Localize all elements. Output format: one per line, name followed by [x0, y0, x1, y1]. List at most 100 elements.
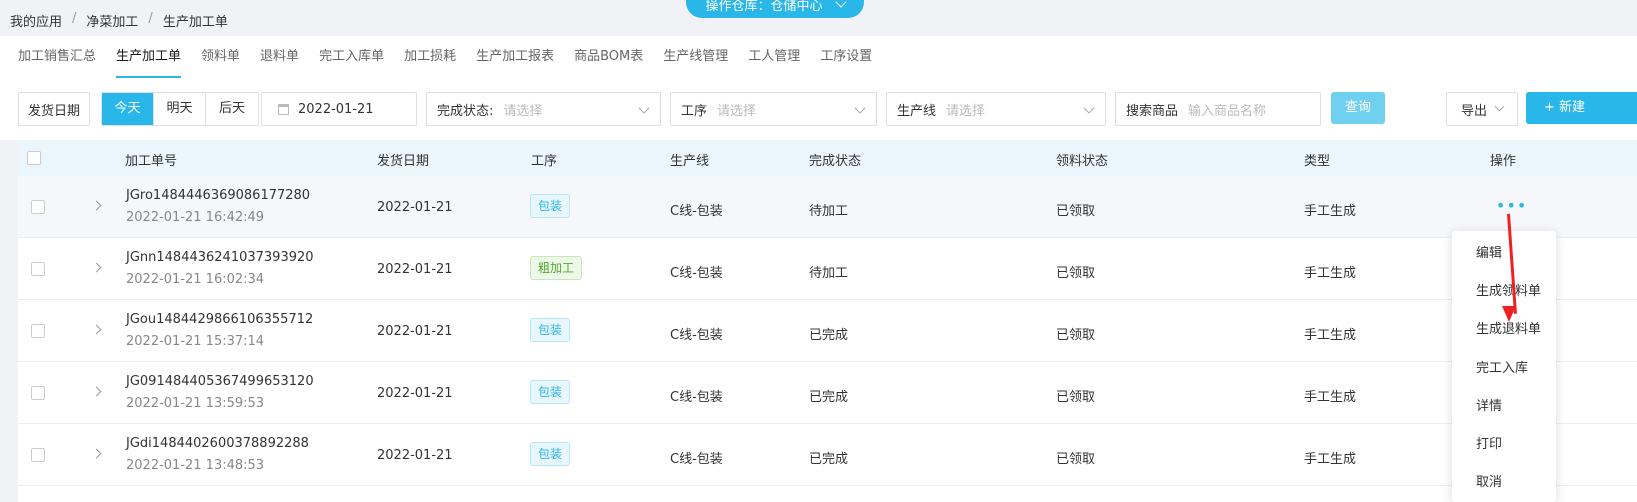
chevron-right-icon[interactable] [91, 262, 102, 273]
order-id: JG091484405367499653120 [126, 374, 314, 389]
ship-date: 2022-01-21 [377, 386, 453, 401]
breadcrumb-item[interactable]: 净菜加工 [86, 11, 138, 30]
tab-completion-order[interactable]: 完工入库单 [319, 36, 384, 78]
tab-return-order[interactable]: 退料单 [260, 36, 299, 78]
menu-item-edit[interactable]: 编辑 [1476, 242, 1502, 261]
process-select[interactable]: 工序 请选择 [670, 92, 877, 126]
new-button[interactable]: + 新建 [1526, 92, 1637, 124]
line-placeholder: 请选择 [946, 103, 986, 119]
completion-status: 已完成 [809, 328, 849, 343]
menu-item-generate-pick[interactable]: 生成领料单 [1476, 280, 1541, 299]
order-type: 手工生成 [1304, 390, 1357, 405]
tab-report[interactable]: 生产加工报表 [476, 36, 554, 78]
order-time: 2022-01-21 15:37:14 [126, 334, 265, 349]
tab-sales-summary[interactable]: 加工销售汇总 [18, 36, 96, 78]
column-header: 生产线 [670, 154, 710, 169]
chevron-right-icon[interactable] [91, 200, 102, 211]
table-row[interactable]: JG091484405367499653120 2022-01-21 13:59… [18, 362, 1637, 424]
date-type-select[interactable]: 发货日期 [18, 92, 90, 126]
order-type: 手工生成 [1304, 452, 1357, 467]
tab-line-management[interactable]: 生产线管理 [663, 36, 728, 78]
breadcrumb-item[interactable]: 我的应用 [10, 11, 62, 30]
tab-loss[interactable]: 加工损耗 [404, 36, 456, 78]
calendar-icon [278, 103, 289, 115]
status-select[interactable]: 完成状态: 请选择 [426, 92, 661, 126]
row-checkbox[interactable] [31, 262, 45, 276]
order-id: JGdi1484402600378892288 [126, 436, 309, 451]
order-time: 2022-01-21 13:59:53 [126, 396, 265, 411]
more-dots-icon[interactable]: ••• [1496, 196, 1527, 215]
column-header: 领料状态 [1056, 154, 1109, 169]
process-tag: 包装 [530, 318, 571, 342]
process-tag: 包装 [530, 194, 571, 218]
warehouse-label: 操作仓库：仓储中心 [705, 0, 823, 14]
menu-item-print[interactable]: 打印 [1476, 433, 1502, 452]
column-header: 工序 [531, 154, 558, 169]
tab-pick-order[interactable]: 领料单 [201, 36, 240, 78]
order-type: 手工生成 [1304, 204, 1357, 219]
process-tag: 包装 [530, 442, 571, 466]
date-type-label: 发货日期 [27, 103, 80, 119]
ship-date: 2022-01-21 [377, 262, 453, 277]
chevron-right-icon[interactable] [91, 386, 102, 397]
search-label: 搜索商品 [1126, 103, 1179, 119]
column-header: 操作 [1490, 154, 1517, 169]
pick-status: 已领取 [1056, 452, 1096, 467]
pick-status: 已领取 [1056, 204, 1096, 219]
search-input[interactable]: 搜索商品 输入商品名称 [1115, 92, 1321, 126]
table-row[interactable]: JGdi1484402600378892288 2022-01-21 13:48… [18, 424, 1637, 486]
quick-date-tomorrow[interactable]: 明天 [154, 93, 206, 125]
date-picker[interactable]: 2022-01-21 [261, 92, 417, 126]
ship-date: 2022-01-21 [377, 324, 453, 339]
ship-date: 2022-01-21 [377, 200, 453, 215]
chevron-right-icon[interactable] [91, 448, 102, 459]
menu-item-complete-stock-in[interactable]: 完工入库 [1476, 357, 1528, 376]
production-line: C线-包装 [670, 390, 723, 405]
line-select[interactable]: 生产线 请选择 [886, 92, 1106, 126]
status-placeholder: 请选择 [503, 103, 543, 119]
chevron-right-icon[interactable] [91, 324, 102, 335]
chevron-down-icon [1083, 102, 1095, 114]
pick-status: 已领取 [1056, 390, 1096, 405]
order-id: JGnn1484436241037393920 [126, 250, 314, 265]
annotation-arrow-head [1502, 306, 1516, 322]
filter-bar: 发货日期 今天 明天 后天 2022-01-21 完成状态: 请选择 工序 请选… [0, 78, 1637, 140]
warehouse-selector[interactable]: 操作仓库：仓储中心 [686, 0, 864, 18]
export-button[interactable]: 导出 [1446, 92, 1518, 126]
column-header: 类型 [1304, 154, 1331, 169]
column-header: 完成状态 [809, 154, 862, 169]
search-placeholder: 输入商品名称 [1188, 103, 1267, 119]
select-all-checkbox[interactable] [27, 151, 41, 165]
table-row[interactable]: JGro1484446369086177280 2022-01-21 16:42… [18, 176, 1637, 238]
row-actions-menu: 编辑 生成领料单 生成退料单 完工入库 详情 打印 取消 [1452, 231, 1556, 502]
quick-date-today[interactable]: 今天 [102, 93, 154, 125]
quick-date-day-after[interactable]: 后天 [206, 93, 258, 125]
tab-worker-management[interactable]: 工人管理 [748, 36, 800, 78]
tab-bom[interactable]: 商品BOM表 [574, 36, 643, 78]
row-checkbox[interactable] [31, 448, 45, 462]
production-line: C线-包装 [670, 328, 723, 343]
pick-status: 已领取 [1056, 266, 1096, 281]
table-row[interactable]: JGnn1484436241037393920 2022-01-21 16:02… [18, 238, 1637, 300]
tab-production-order[interactable]: 生产加工单 [116, 36, 182, 78]
column-header: 加工单号 [125, 154, 178, 169]
order-time: 2022-01-21 16:42:49 [126, 210, 265, 225]
production-line: C线-包装 [670, 204, 723, 219]
row-checkbox[interactable] [31, 386, 45, 400]
tab-process-settings[interactable]: 工序设置 [820, 36, 872, 78]
tab-bar: 加工销售汇总 生产加工单 领料单 退料单 完工入库单 加工损耗 生产加工报表 商… [0, 36, 1637, 78]
menu-item-cancel[interactable]: 取消 [1476, 471, 1502, 490]
chevron-down-icon [1494, 101, 1505, 112]
column-header: 发货日期 [377, 154, 430, 169]
table-row[interactable]: JGou1484429866106355712 2022-01-21 15:37… [18, 300, 1637, 362]
query-button[interactable]: 查询 [1331, 92, 1385, 124]
row-checkbox[interactable] [31, 200, 45, 214]
order-id: JGou1484429866106355712 [126, 312, 314, 327]
completion-status: 已完成 [809, 452, 849, 467]
menu-item-details[interactable]: 详情 [1476, 395, 1502, 414]
process-tag: 粗加工 [530, 256, 583, 280]
export-label: 导出 [1461, 103, 1488, 119]
ship-date: 2022-01-21 [377, 448, 453, 463]
completion-status: 待加工 [809, 204, 849, 219]
row-checkbox[interactable] [31, 324, 45, 338]
